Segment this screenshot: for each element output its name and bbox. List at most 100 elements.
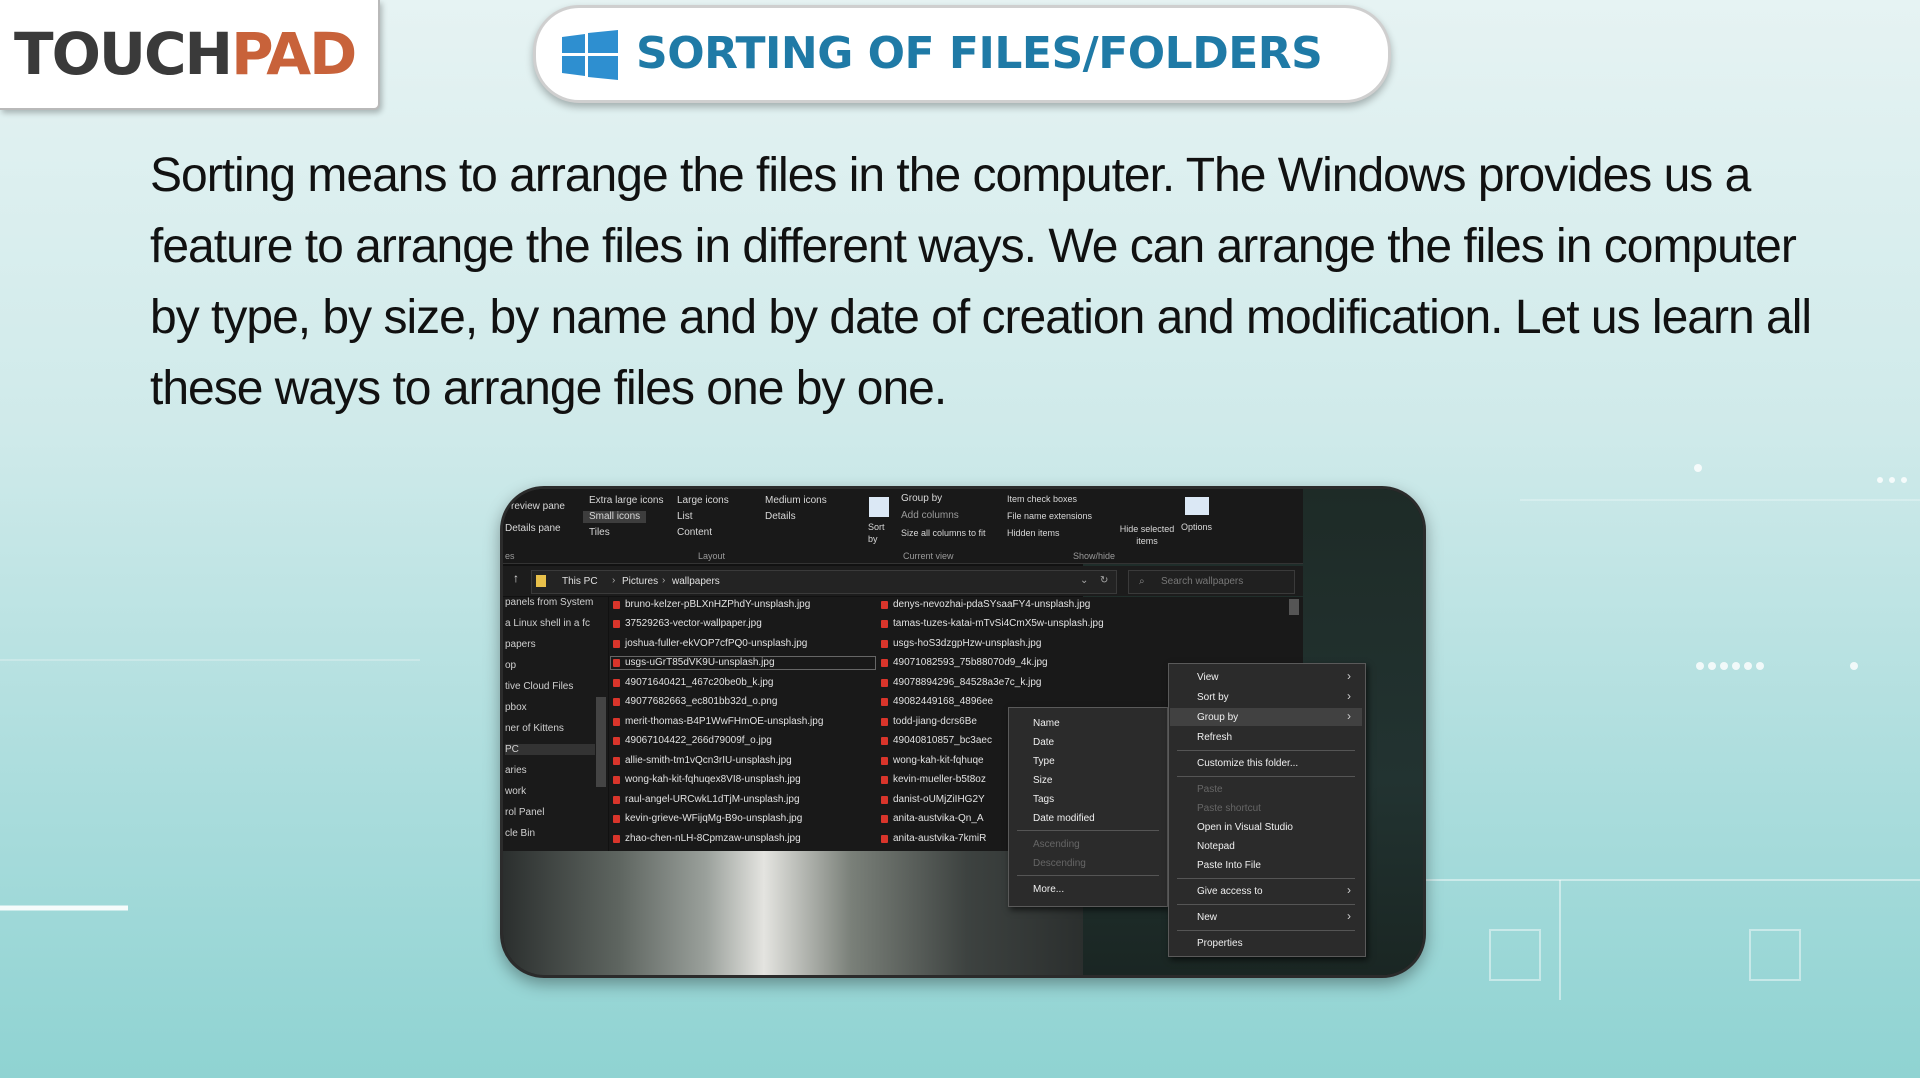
menu-separator: [1177, 878, 1355, 879]
nav-item[interactable]: aries: [505, 765, 527, 776]
options-icon: [1185, 497, 1209, 515]
panes-group-label: es: [505, 551, 515, 561]
nav-item[interactable]: rol Panel: [505, 807, 544, 818]
layout-large-icons[interactable]: Large icons: [677, 495, 729, 507]
file-item[interactable]: anita-austvika-Qn_A: [879, 813, 984, 825]
file-item[interactable]: tamas-tuzes-katai-mTvSi4CmX5w-unsplash.j…: [879, 618, 1104, 630]
nav-item[interactable]: work: [505, 786, 526, 797]
nav-item-this-pc[interactable]: PC: [505, 744, 595, 755]
breadcrumb-this-pc[interactable]: This PC: [562, 576, 598, 587]
size-all-columns-button[interactable]: Size all columns to fit: [901, 527, 986, 539]
file-item[interactable]: denys-nevozhai-pdaSYsaaFY4-unsplash.jpg: [879, 599, 1090, 611]
layout-details[interactable]: Details: [765, 511, 796, 523]
file-item[interactable]: 49040810857_bc3aec: [879, 735, 992, 747]
file-item[interactable]: todd-jiang-dcrs6Be: [879, 716, 977, 728]
file-item[interactable]: bruno-kelzer-pBLXnHZPhdY-unsplash.jpg: [611, 599, 810, 611]
sort-by-icon: [869, 497, 889, 517]
menu-sort-by[interactable]: Sort by: [1197, 692, 1229, 703]
file-item[interactable]: 49082449168_4896ee: [879, 696, 993, 708]
file-item-selected[interactable]: usgs-uGrT85dVK9U-unsplash.jpg: [610, 656, 876, 670]
submenu-name[interactable]: Name: [1033, 718, 1060, 729]
submenu-descending: Descending: [1033, 858, 1086, 869]
options-button[interactable]: Options: [1181, 521, 1212, 533]
submenu-type[interactable]: Type: [1033, 756, 1055, 767]
file-list-scrollbar[interactable]: [1289, 599, 1299, 615]
breadcrumb-wallpapers[interactable]: wallpapers: [672, 576, 720, 587]
sort-by-button[interactable]: Sort by: [868, 521, 885, 545]
hidden-items-checkbox[interactable]: Hidden items: [1007, 527, 1060, 539]
file-item[interactable]: raul-angel-URCwkL1dTjM-unsplash.jpg: [611, 794, 800, 806]
file-item[interactable]: kevin-grieve-WFijqMg-B9o-unsplash.jpg: [611, 813, 802, 825]
nav-item[interactable]: a Linux shell in a fc: [505, 618, 590, 629]
file-item[interactable]: wong-kah-kit-fqhuqex8VI8-unsplash.jpg: [611, 774, 801, 786]
submenu-date[interactable]: Date: [1033, 737, 1054, 748]
menu-view[interactable]: View: [1197, 672, 1219, 683]
refresh-icon[interactable]: ↻: [1100, 575, 1108, 586]
nav-item[interactable]: panels from System: [505, 597, 593, 608]
file-item[interactable]: usgs-hoS3dzgpHzw-unsplash.jpg: [879, 638, 1041, 650]
layout-extra-large-icons[interactable]: Extra large icons: [589, 495, 663, 507]
group-by-button[interactable]: Group by: [901, 493, 942, 505]
submenu-more[interactable]: More...: [1033, 884, 1064, 895]
nav-item[interactable]: pbox: [505, 702, 527, 713]
file-item[interactable]: zhao-chen-nLH-8Cpmzaw-unsplash.jpg: [611, 833, 801, 845]
file-item[interactable]: kevin-mueller-b5t8oz: [879, 774, 986, 786]
file-item[interactable]: wong-kah-kit-fqhuqe: [879, 755, 984, 767]
submenu-tags[interactable]: Tags: [1033, 794, 1054, 805]
add-columns-button[interactable]: Add columns: [901, 510, 959, 522]
menu-paste-into-file[interactable]: Paste Into File: [1197, 860, 1261, 871]
file-item[interactable]: anita-austvika-7kmiR: [879, 833, 986, 845]
layout-content[interactable]: Content: [677, 527, 712, 539]
file-item[interactable]: 49067104422_266d79009f_o.jpg: [611, 735, 772, 747]
file-item[interactable]: 37529263-vector-wallpaper.jpg: [611, 618, 762, 630]
layout-medium-icons[interactable]: Medium icons: [765, 495, 827, 507]
file-item[interactable]: 49071082593_75b88070d9_4k.jpg: [879, 657, 1048, 669]
layout-list[interactable]: List: [677, 511, 693, 523]
showhide-group-label: Show/hide: [1073, 551, 1116, 561]
layout-small-icons[interactable]: Small icons: [583, 511, 647, 523]
hide-selected-items-button[interactable]: Hide selected items: [1117, 523, 1177, 547]
preview-pane-button[interactable]: review pane: [511, 501, 565, 513]
menu-group-by[interactable]: Group by: [1197, 712, 1238, 723]
menu-notepad[interactable]: Notepad: [1197, 841, 1235, 852]
file-name-extensions-checkbox[interactable]: File name extensions: [1007, 510, 1092, 522]
up-arrow-icon[interactable]: ↑: [513, 571, 519, 585]
chevron-right-icon: ›: [612, 575, 616, 586]
ribbon: review pane Details pane es Extra large …: [503, 489, 1303, 564]
nav-item[interactable]: papers: [505, 639, 536, 650]
menu-separator: [1177, 776, 1355, 777]
intro-paragraph: Sorting means to arrange the files in th…: [150, 149, 1812, 415]
item-check-boxes-checkbox[interactable]: Item check boxes: [1007, 493, 1077, 505]
nav-item[interactable]: op: [505, 660, 516, 671]
details-pane-button[interactable]: Details pane: [505, 523, 561, 535]
chevron-down-icon[interactable]: ⌄: [1080, 575, 1088, 586]
nav-scrollbar[interactable]: [596, 697, 606, 787]
menu-give-access[interactable]: Give access to: [1197, 886, 1263, 897]
address-bar[interactable]: This PC › Pictures › wallpapers ⌄ ↻: [531, 570, 1117, 594]
file-item[interactable]: 49077682663_ec801bb32d_o.png: [611, 696, 777, 708]
file-item[interactable]: danist-oUMjZiIHG2Y: [879, 794, 985, 806]
breadcrumb-pictures[interactable]: Pictures: [622, 576, 658, 587]
nav-item[interactable]: ner of Kittens: [505, 723, 564, 734]
menu-paste-shortcut: Paste shortcut: [1197, 803, 1261, 814]
file-item[interactable]: merit-thomas-B4P1WwFHmOE-unsplash.jpg: [611, 716, 823, 728]
file-item[interactable]: allie-smith-tm1vQcn3rIU-unsplash.jpg: [611, 755, 792, 767]
nav-item[interactable]: tive Cloud Files: [505, 681, 573, 692]
file-item[interactable]: 49071640421_467c20be0b_k.jpg: [611, 677, 773, 689]
context-menu: View › Sort by › Group by › Refresh Cust…: [1168, 663, 1366, 957]
nav-item[interactable]: cle Bin: [505, 828, 535, 839]
menu-customize-folder[interactable]: Customize this folder...: [1197, 758, 1298, 769]
menu-open-visual-studio[interactable]: Open in Visual Studio: [1197, 822, 1293, 833]
menu-refresh[interactable]: Refresh: [1197, 732, 1232, 743]
submenu-date-modified[interactable]: Date modified: [1033, 813, 1095, 824]
menu-paste: Paste: [1197, 784, 1223, 795]
menu-new[interactable]: New: [1197, 912, 1217, 923]
menu-properties[interactable]: Properties: [1197, 938, 1243, 949]
file-item[interactable]: 49078894296_84528a3e7c_k.jpg: [879, 677, 1041, 689]
layout-tiles[interactable]: Tiles: [589, 527, 610, 539]
wallpaper-preview: [503, 851, 1083, 975]
file-item[interactable]: joshua-fuller-ekVOP7cfPQ0-unsplash.jpg: [611, 638, 807, 650]
layout-group-label: Layout: [698, 551, 726, 561]
submenu-size[interactable]: Size: [1033, 775, 1052, 786]
search-input[interactable]: ⌕ Search wallpapers: [1128, 570, 1295, 594]
